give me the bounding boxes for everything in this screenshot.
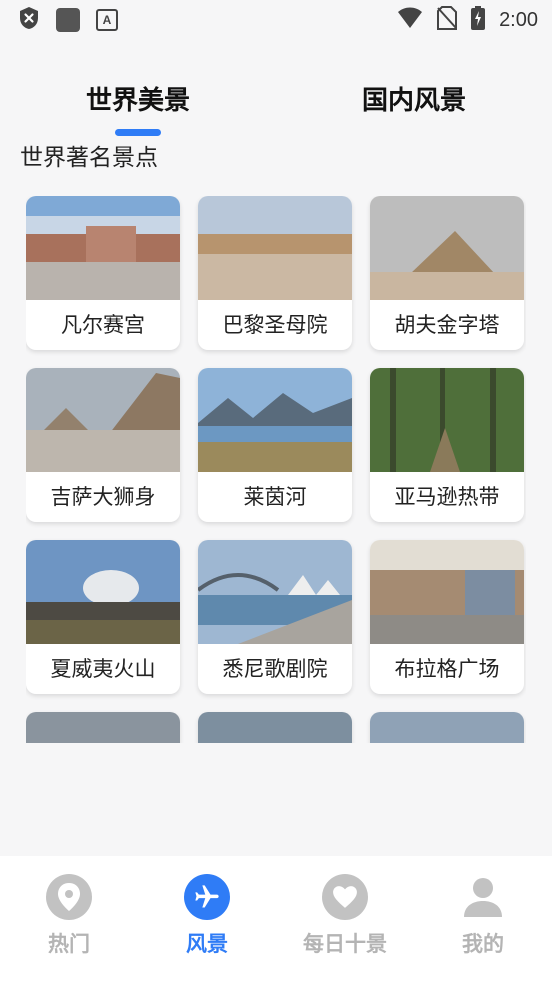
attraction-label: 吉萨大狮身 xyxy=(50,485,156,509)
attraction-label: 悉尼歌剧院 xyxy=(222,657,328,681)
attraction-card[interactable]: 夏威夷火山 xyxy=(26,540,180,694)
active-tab-indicator xyxy=(115,129,161,136)
nav-label: 每日十景 xyxy=(303,932,387,956)
shield-icon xyxy=(18,6,40,34)
app-notification-icon xyxy=(56,8,80,32)
tab-world-scenery[interactable]: 世界美景 xyxy=(82,80,194,117)
attraction-card[interactable] xyxy=(198,712,352,743)
wifi-icon xyxy=(397,7,423,33)
tab-domestic-scenery[interactable]: 国内风景 xyxy=(357,80,471,117)
attraction-photo xyxy=(26,368,180,472)
attraction-photo xyxy=(26,712,180,743)
attraction-grid: 凡尔赛宫 巴黎圣母院 胡夫金字塔 吉萨大狮身 莱茵河 亚马逊热带 夏威夷火山 悉… xyxy=(26,196,526,743)
attraction-card[interactable]: 凡尔赛宫 xyxy=(26,196,180,350)
attraction-label: 亚马逊热带 xyxy=(394,485,500,509)
attraction-label: 巴黎圣母院 xyxy=(222,313,328,337)
attraction-label: 凡尔赛宫 xyxy=(61,313,145,337)
nav-mine[interactable]: 我的 xyxy=(433,874,533,958)
status-bar: A 2:00 xyxy=(0,0,552,40)
nav-hot[interactable]: 热门 xyxy=(19,874,119,958)
attraction-card[interactable]: 胡夫金字塔 xyxy=(370,196,524,350)
attraction-card[interactable] xyxy=(26,712,180,743)
tab-bar: 世界美景 国内风景 xyxy=(0,80,552,140)
attraction-card[interactable]: 亚马逊热带 xyxy=(370,368,524,522)
attraction-label: 布拉格广场 xyxy=(394,657,500,681)
attraction-photo xyxy=(370,712,524,743)
bottom-navigation: 热门 风景 每日十景 我的 xyxy=(0,856,552,981)
attraction-photo xyxy=(198,712,352,743)
clock: 2:00 xyxy=(499,8,538,31)
attraction-photo xyxy=(198,540,352,644)
attraction-photo xyxy=(198,196,352,300)
attraction-card[interactable] xyxy=(370,712,524,743)
attraction-card[interactable]: 吉萨大狮身 xyxy=(26,368,180,522)
nav-daily-ten[interactable]: 每日十景 xyxy=(295,874,395,958)
attraction-photo xyxy=(198,368,352,472)
nav-label: 热门 xyxy=(48,932,90,956)
section-title: 世界著名景点 xyxy=(20,145,158,171)
location-pin-icon xyxy=(46,874,92,920)
airplane-icon xyxy=(184,874,230,920)
attraction-photo xyxy=(370,196,524,300)
heart-icon xyxy=(322,874,368,920)
font-badge-icon: A xyxy=(96,9,118,31)
attraction-card[interactable]: 悉尼歌剧院 xyxy=(198,540,352,694)
no-sim-icon xyxy=(437,6,458,34)
nav-label: 我的 xyxy=(462,932,504,956)
attraction-label: 莱茵河 xyxy=(243,485,307,509)
attraction-card[interactable]: 莱茵河 xyxy=(198,368,352,522)
nav-label: 风景 xyxy=(186,932,228,956)
attraction-photo xyxy=(26,196,180,300)
attraction-label: 夏威夷火山 xyxy=(50,657,156,681)
attraction-photo xyxy=(370,540,524,644)
attraction-card[interactable]: 布拉格广场 xyxy=(370,540,524,694)
attraction-photo xyxy=(370,368,524,472)
attraction-card[interactable]: 巴黎圣母院 xyxy=(198,196,352,350)
battery-charging-icon xyxy=(471,6,486,34)
attraction-photo xyxy=(26,540,180,644)
nav-scenery[interactable]: 风景 xyxy=(157,874,257,958)
attraction-label: 胡夫金字塔 xyxy=(394,313,500,337)
user-icon xyxy=(460,874,506,920)
